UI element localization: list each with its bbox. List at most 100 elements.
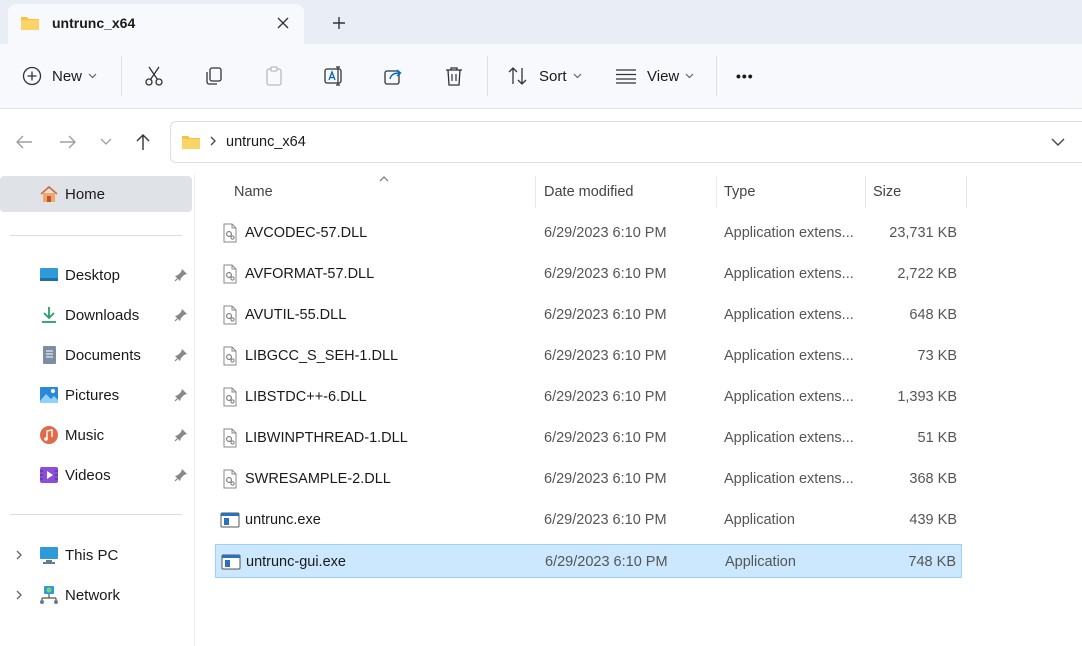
cut-button[interactable] bbox=[143, 60, 165, 92]
file-name: untrunc-gui.exe bbox=[246, 554, 346, 570]
sidebar-item-desktop[interactable]: Desktop bbox=[0, 257, 192, 293]
pin-icon[interactable] bbox=[174, 428, 188, 442]
column-header-type[interactable]: Type bbox=[717, 174, 865, 210]
file-type: Application extens... bbox=[724, 389, 854, 405]
new-button[interactable]: New bbox=[22, 60, 97, 92]
sidebar-label: Music bbox=[65, 427, 105, 444]
sidebar-item-videos[interactable]: Videos bbox=[0, 457, 192, 493]
breadcrumb-current[interactable]: untrunc_x64 bbox=[226, 134, 306, 150]
rename-icon bbox=[324, 66, 342, 86]
dll-file-icon bbox=[223, 428, 237, 448]
chevron-down-icon[interactable] bbox=[1051, 134, 1065, 150]
file-row[interactable]: LIBSTDC++-6.DLL 6/29/2023 6:10 PM Applicat… bbox=[215, 380, 962, 414]
file-date-modified: 6/29/2023 6:10 PM bbox=[544, 389, 667, 405]
sidebar-item-music[interactable]: Music bbox=[0, 417, 192, 453]
scissors-icon bbox=[145, 66, 163, 86]
folder-icon bbox=[21, 17, 39, 30]
paste-button[interactable] bbox=[263, 60, 285, 92]
file-row[interactable]: LIBGCC_S_SEH-1.DLL 6/29/2023 6:10 PM Appli… bbox=[215, 339, 962, 373]
file-name: AVCODEC-57.DLL bbox=[245, 225, 368, 241]
pin-icon[interactable] bbox=[174, 348, 188, 362]
arrow-left-icon bbox=[16, 135, 32, 149]
sidebar-label: Home bbox=[65, 186, 106, 203]
sort-label: Sort bbox=[539, 67, 567, 85]
music-icon bbox=[40, 426, 58, 444]
downloads-icon bbox=[42, 307, 56, 323]
address-bar[interactable]: untrunc_x64 bbox=[170, 121, 1082, 163]
pin-icon[interactable] bbox=[174, 468, 188, 482]
back-button[interactable] bbox=[14, 132, 34, 152]
sidebar-label: Network bbox=[65, 587, 121, 604]
pin-icon[interactable] bbox=[174, 308, 188, 322]
file-size: 1,393 KB bbox=[897, 389, 957, 405]
pictures-icon bbox=[40, 387, 58, 403]
file-date-modified: 6/29/2023 6:10 PM bbox=[544, 512, 667, 528]
chevron-down-icon bbox=[685, 73, 694, 79]
share-icon bbox=[384, 69, 402, 85]
copy-button[interactable] bbox=[203, 60, 225, 92]
file-size: 23,731 KB bbox=[889, 225, 957, 241]
file-date-modified: 6/29/2023 6:10 PM bbox=[544, 266, 667, 282]
sidebar-item-network[interactable]: Network bbox=[0, 577, 192, 613]
column-header-name[interactable]: Name bbox=[215, 174, 535, 210]
documents-icon bbox=[43, 346, 56, 364]
column-header-size[interactable]: Size bbox=[866, 174, 966, 210]
see-more-button[interactable]: ••• bbox=[736, 60, 754, 92]
chevron-right-icon[interactable] bbox=[13, 549, 25, 561]
view-label: View bbox=[647, 67, 680, 85]
sidebar-item-this-pc[interactable]: This PC bbox=[0, 537, 192, 573]
sidebar-item-pictures[interactable]: Pictures bbox=[0, 377, 192, 413]
pin-icon[interactable] bbox=[174, 268, 188, 282]
view-list-icon bbox=[616, 69, 636, 84]
file-date-modified: 6/29/2023 6:10 PM bbox=[544, 430, 667, 446]
new-tab-button[interactable] bbox=[326, 10, 352, 36]
file-row[interactable]: LIBWINPTHREAD-1.DLL 6/29/2023 6:10 PM Appl… bbox=[215, 421, 962, 455]
sort-button[interactable]: Sort bbox=[507, 60, 582, 92]
tab-title: untrunc_x64 bbox=[52, 15, 136, 31]
address-row: untrunc_x64 bbox=[0, 110, 1082, 174]
file-date-modified: 6/29/2023 6:10 PM bbox=[544, 471, 667, 487]
chevron-down-icon bbox=[573, 73, 581, 79]
rename-button[interactable] bbox=[323, 60, 345, 92]
view-button[interactable]: View bbox=[615, 60, 694, 92]
file-type: Application extens... bbox=[724, 430, 854, 446]
chevron-right-icon[interactable] bbox=[13, 589, 25, 601]
share-button[interactable] bbox=[383, 60, 405, 92]
sidebar-item-downloads[interactable]: Downloads bbox=[0, 297, 192, 333]
column-header-label: Name bbox=[234, 184, 273, 200]
forward-button[interactable] bbox=[58, 132, 78, 152]
sidebar-divider bbox=[10, 514, 182, 515]
sidebar-label: Downloads bbox=[65, 307, 140, 324]
arrow-right-icon bbox=[60, 135, 76, 149]
sidebar-item-documents[interactable]: Documents bbox=[0, 337, 192, 373]
column-header-label: Date modified bbox=[544, 184, 634, 200]
toolbar-divider bbox=[487, 56, 488, 96]
pin-icon[interactable] bbox=[174, 388, 188, 402]
file-row[interactable]: untrunc.exe 6/29/2023 6:10 PM Application 4… bbox=[215, 503, 962, 537]
up-button[interactable] bbox=[133, 132, 153, 152]
file-type: Application extens... bbox=[724, 471, 854, 487]
file-row[interactable]: AVCODEC-57.DLL 6/29/2023 6:10 PM Applicati… bbox=[215, 216, 962, 250]
delete-button[interactable] bbox=[443, 60, 465, 92]
sort-icon bbox=[508, 67, 527, 85]
home-icon bbox=[40, 185, 58, 202]
recent-locations-button[interactable] bbox=[96, 132, 116, 152]
tab-untrunc[interactable]: untrunc_x64 bbox=[8, 4, 304, 44]
file-name: LIBSTDC++-6.DLL bbox=[245, 389, 367, 405]
column-header-date[interactable]: Date modified bbox=[536, 174, 716, 210]
toolbar-divider bbox=[716, 56, 717, 96]
toolbar-divider bbox=[121, 56, 122, 96]
sidebar-item-home[interactable]: Home bbox=[0, 176, 192, 212]
chevron-down-icon bbox=[88, 73, 97, 79]
close-tab-button[interactable] bbox=[272, 12, 294, 34]
column-resize-handle[interactable] bbox=[966, 176, 967, 208]
dll-file-icon bbox=[223, 387, 237, 407]
file-row[interactable]: AVUTIL-55.DLL 6/29/2023 6:10 PM Applicatio… bbox=[215, 298, 962, 332]
exe-file-icon bbox=[221, 554, 241, 570]
folder-icon bbox=[182, 136, 200, 149]
file-row[interactable]: AVFORMAT-57.DLL 6/29/2023 6:10 PM Applicat… bbox=[215, 257, 962, 291]
file-row[interactable]: SWRESAMPLE-2.DLL 6/29/2023 6:10 PM Applica… bbox=[215, 462, 962, 496]
file-type: Application extens... bbox=[724, 225, 854, 241]
file-row[interactable]: untrunc-gui.exe 6/29/2023 6:10 PM Applicat… bbox=[215, 544, 962, 578]
copy-icon bbox=[206, 67, 222, 85]
